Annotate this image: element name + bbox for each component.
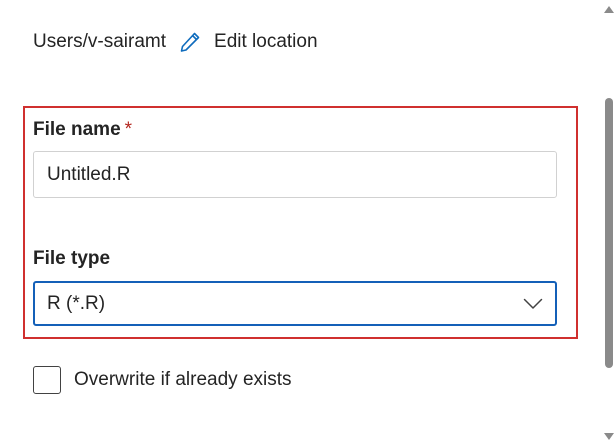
file-name-input[interactable] (33, 151, 557, 198)
file-type-selected-value: R (*.R) (47, 292, 106, 314)
vertical-scrollbar[interactable] (603, 0, 615, 448)
overwrite-row: Overwrite if already exists (33, 366, 292, 394)
scroll-up-arrow-icon[interactable] (604, 6, 614, 13)
required-marker: * (124, 119, 133, 140)
chevron-down-icon (523, 298, 543, 309)
file-name-label-text: File name (33, 119, 121, 140)
pencil-icon (180, 32, 200, 52)
overwrite-checkbox[interactable] (33, 366, 61, 394)
location-path: Users/v-sairamt (33, 31, 167, 52)
edit-location-label: Edit location (214, 31, 318, 52)
edit-location-button[interactable]: Edit location (178, 30, 318, 54)
scroll-thumb[interactable] (605, 98, 613, 368)
location-row: Users/v-sairamt Edit location (33, 30, 318, 54)
save-file-panel: Users/v-sairamt Edit location File name *… (0, 0, 615, 448)
file-name-label: File name * (33, 119, 132, 141)
overwrite-label[interactable]: Overwrite if already exists (74, 369, 292, 391)
scroll-down-arrow-icon[interactable] (604, 433, 614, 440)
file-type-label: File type (33, 248, 111, 269)
file-type-select[interactable]: R (*.R) (33, 281, 557, 326)
